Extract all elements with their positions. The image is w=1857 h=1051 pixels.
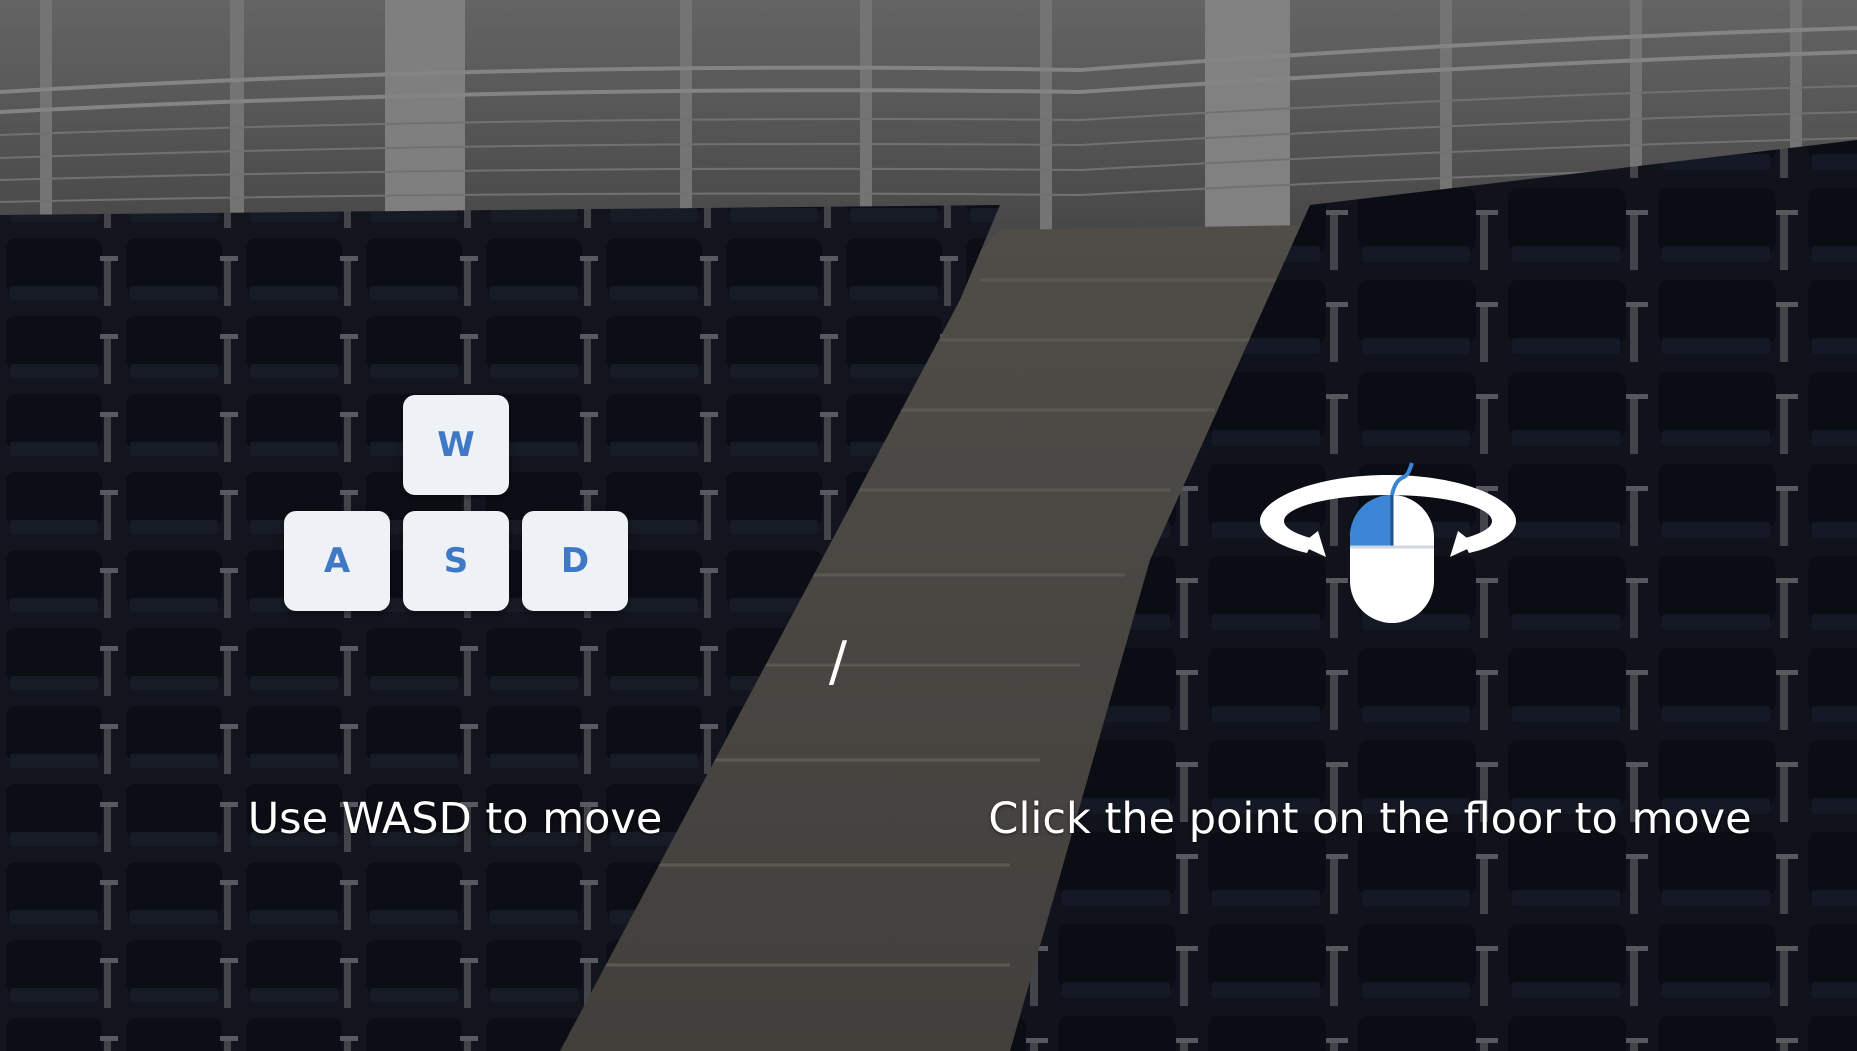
wasd-keys-icon: W A S D xyxy=(282,395,632,615)
key-d: D xyxy=(522,511,628,611)
mouse-click-icon xyxy=(1260,462,1516,623)
key-a: A xyxy=(284,511,390,611)
separator-slash: / xyxy=(828,630,848,693)
key-s: S xyxy=(403,511,509,611)
wasd-caption: Use WASD to move xyxy=(247,794,663,844)
key-w: W xyxy=(403,395,509,495)
dim-overlay xyxy=(0,0,1857,1051)
click-caption: Click the point on the floor to move xyxy=(988,794,1752,844)
